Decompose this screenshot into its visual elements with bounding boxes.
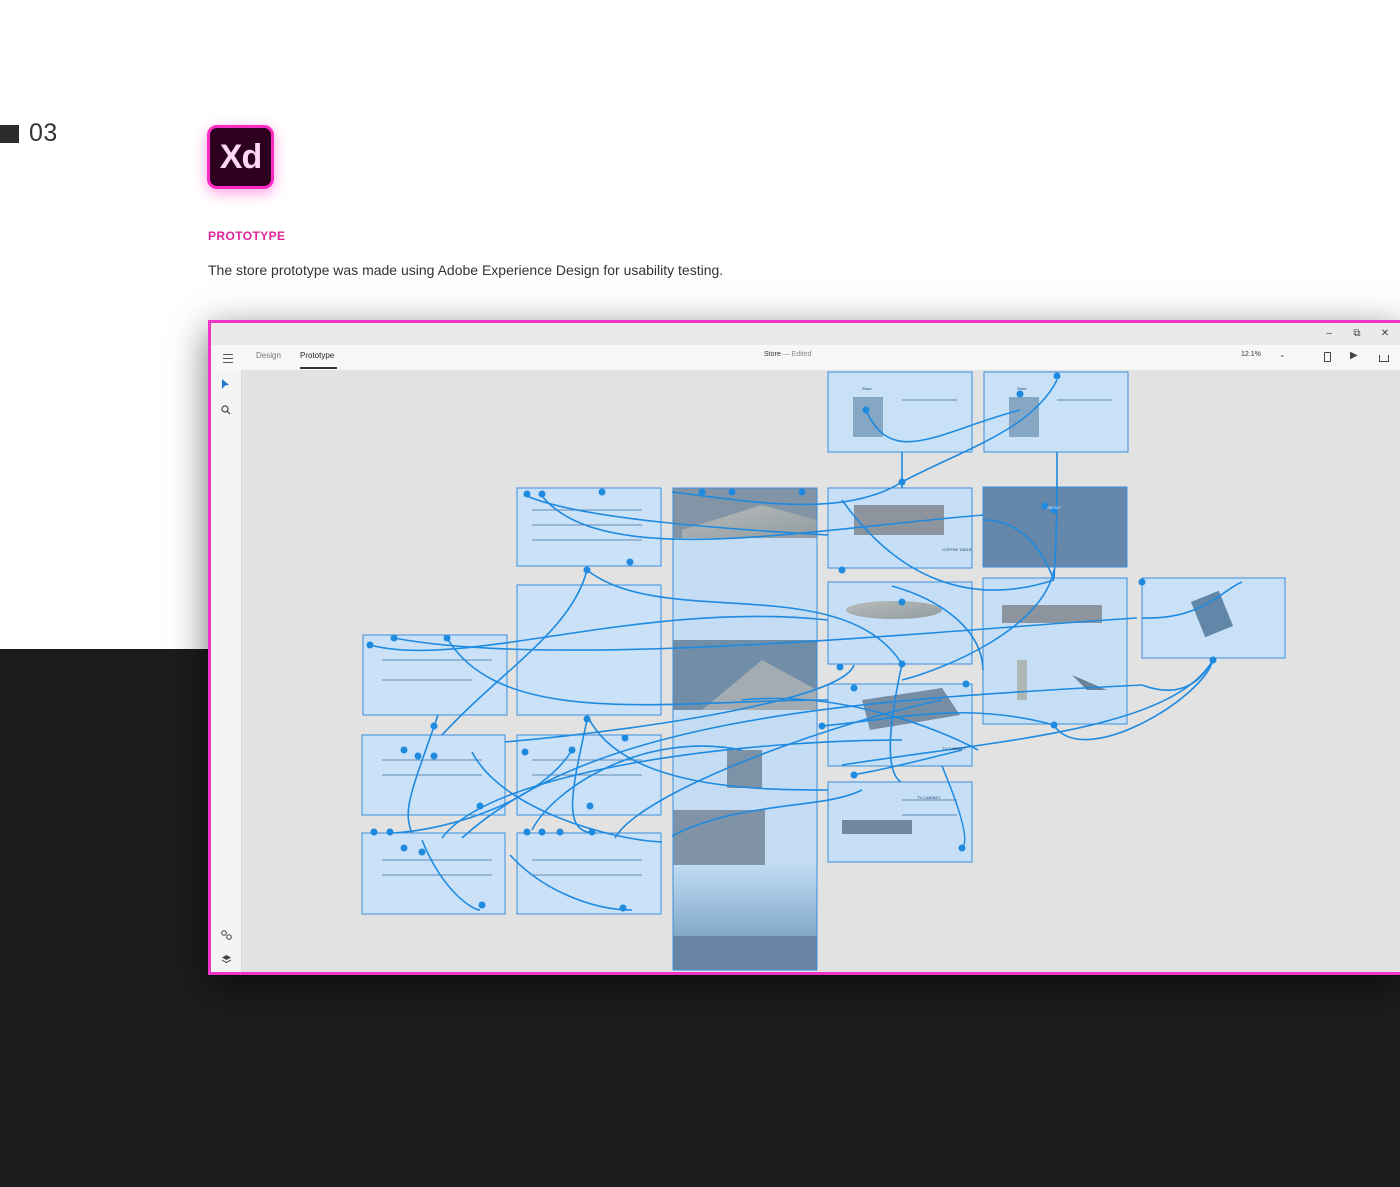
xd-app-window: – ⧉ ✕ Design Prototype Store — Edited 12… xyxy=(208,320,1400,975)
prototype-flow-diagram: Store Store COFFEE TABLE ABOUT TV CABINE… xyxy=(361,371,1286,971)
artboard-label: COFFEE TABLE xyxy=(942,547,972,552)
tab-design[interactable]: Design xyxy=(256,351,281,360)
artboard-label: TV CABINET xyxy=(942,746,966,751)
logo-text: Xd xyxy=(219,137,262,176)
document-title: Store — Edited xyxy=(764,351,812,358)
section-number: 03 xyxy=(29,119,58,147)
magnifier-icon[interactable] xyxy=(221,405,231,418)
prototype-canvas[interactable]: Store Store COFFEE TABLE ABOUT TV CABINE… xyxy=(242,370,1400,972)
zoom-level[interactable]: 12.1% xyxy=(1241,351,1261,358)
play-icon[interactable]: ▶ xyxy=(1350,350,1358,361)
section-heading: PROTOTYPE xyxy=(208,229,286,243)
tool-sidebar xyxy=(211,370,242,972)
artboard-label: Store xyxy=(1017,386,1027,391)
title-bar: – ⧉ ✕ xyxy=(211,323,1400,345)
adobe-xd-logo: Xd xyxy=(207,125,274,189)
document-name: Store xyxy=(764,351,781,358)
chevron-down-icon[interactable]: ⌄ xyxy=(1279,350,1286,359)
mobile-device-icon[interactable] xyxy=(1324,352,1331,362)
title-separator: — xyxy=(782,351,790,358)
section-description: The store prototype was made using Adobe… xyxy=(208,262,724,278)
restore-button[interactable]: ⧉ xyxy=(1350,327,1364,341)
assets-icon[interactable] xyxy=(221,930,232,943)
share-icon[interactable] xyxy=(1379,355,1389,362)
hamburger-icon[interactable] xyxy=(223,354,233,363)
minimize-button[interactable]: – xyxy=(1322,327,1336,341)
arrow-select-icon[interactable] xyxy=(221,379,230,393)
active-tab-indicator xyxy=(300,367,337,369)
layers-icon[interactable] xyxy=(221,954,232,967)
close-button[interactable]: ✕ xyxy=(1378,327,1392,341)
tab-prototype[interactable]: Prototype xyxy=(300,351,334,360)
artboard-label: Store xyxy=(862,386,872,391)
artboard-label: ABOUT xyxy=(1047,505,1061,510)
toolbar: Design Prototype Store — Edited 12.1% ⌄ … xyxy=(211,345,1400,371)
section-marker xyxy=(0,125,19,143)
prototype-overlay xyxy=(361,371,1286,971)
artboard-label: TV CABINET xyxy=(917,795,941,800)
document-status: Edited xyxy=(791,351,812,358)
